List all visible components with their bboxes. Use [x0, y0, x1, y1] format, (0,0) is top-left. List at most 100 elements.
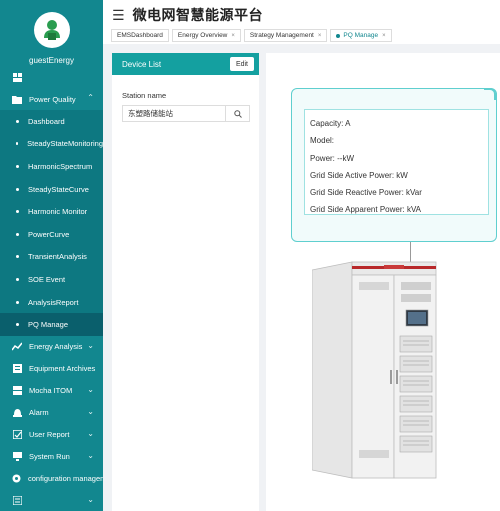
power-row: Power: --kW — [310, 153, 354, 163]
power-cabinet-image — [312, 261, 437, 479]
device-list-header: Device List Edit — [112, 53, 259, 75]
station-search-box — [122, 105, 250, 122]
app-title: 微电网智慧能源平台 — [132, 7, 264, 23]
sub-item-label: Dashboard — [28, 116, 65, 126]
bullet-icon — [16, 210, 19, 214]
bullet-icon — [16, 323, 19, 327]
top-header: ☰ 微电网智慧能源平台 — [103, 0, 500, 30]
sub-item-label: SteadyStateCurve — [28, 184, 89, 194]
sub-item-label: TransientAnalysis — [28, 252, 87, 262]
sidebar-item-label: System Run — [29, 452, 70, 462]
grid-active-power-row: Grid Side Active Power: kW — [310, 170, 408, 180]
tab-bar: EMSDashboard Energy Overview × Strategy … — [103, 27, 500, 44]
folder-icon — [12, 94, 22, 104]
sidebar-item-user-report[interactable]: User Report ⌄ — [0, 424, 103, 446]
bullet-icon — [16, 164, 19, 168]
sidebar-item-label: Energy Analysis — [29, 342, 83, 352]
close-icon[interactable]: × — [231, 33, 235, 39]
bullet-icon — [16, 255, 19, 259]
sub-item-label: SteadyStateMonitoring — [27, 139, 103, 149]
sidebar-item-steady-state-monitoring[interactable]: SteadyStateMonitoring — [0, 133, 103, 156]
station-name-label: Station name — [122, 91, 167, 100]
capacity-row: Capacity: A — [310, 119, 351, 128]
tab-strategy-management[interactable]: Strategy Management × — [243, 29, 328, 42]
search-icon[interactable] — [225, 106, 249, 121]
chevron-down-icon: ⌄ — [87, 494, 94, 504]
tab-pq-manage[interactable]: PQ Manage × — [330, 29, 392, 42]
sidebar-item-energy-analysis[interactable]: Energy Analysis ⌄ — [0, 336, 103, 358]
sidebar-item-pq-manage[interactable]: PQ Manage — [0, 313, 103, 336]
sidebar-item-label: User Report — [29, 430, 70, 440]
sub-item-label: PowerCurve — [28, 229, 70, 239]
sidebar-item-settings[interactable]: ⌄ — [0, 490, 103, 511]
sidebar-item-mocha-itom[interactable]: Mocha ITOM ⌄ — [0, 380, 103, 402]
sub-item-label: AnalysisReport — [28, 297, 79, 307]
chevron-down-icon: ⌄ — [87, 340, 94, 350]
sidebar-item-harmonic-monitor[interactable]: Harmonic Monitor — [0, 200, 103, 223]
tab-label: EMSDashboard — [117, 32, 163, 39]
tab-label: PQ Manage — [343, 32, 379, 39]
sidebar-item-configuration-management[interactable]: configuration management — [0, 468, 103, 490]
sub-item-label: Harmonic Monitor — [28, 207, 88, 217]
sidebar-item-label: Power Quality — [29, 94, 76, 104]
sidebar-item-label: Alarm — [29, 408, 49, 418]
chevron-down-icon: ⌄ — [87, 384, 94, 394]
device-detail-panel: Capacity: A Model: Power: --kW Grid Side… — [266, 53, 500, 511]
sidebar-item-transient-analysis[interactable]: TransientAnalysis — [0, 246, 103, 269]
bullet-icon — [16, 142, 19, 146]
server-icon — [12, 386, 22, 396]
device-list-panel: Device List Edit Station name — [112, 53, 259, 511]
close-icon[interactable]: × — [382, 33, 386, 39]
bullet-icon — [16, 300, 19, 304]
alarm-icon — [12, 408, 22, 418]
power-quality-submenu: Dashboard SteadyStateMonitoring Harmonic… — [0, 110, 103, 336]
close-icon[interactable]: × — [318, 33, 322, 39]
sidebar-item-steady-state-curve[interactable]: SteadyStateCurve — [0, 178, 103, 201]
card-corner-decoration — [484, 88, 496, 100]
sidebar-item-soe-event[interactable]: SOE Event — [0, 268, 103, 291]
tab-label: Strategy Management — [249, 32, 314, 39]
tab-label: Energy Overview — [177, 32, 228, 39]
bullet-icon — [16, 232, 19, 236]
user-profile: guestEnergy — [0, 0, 103, 66]
settings-icon — [12, 496, 22, 506]
sidebar: guestEnergy Power Quality ⌃ Dashboard St… — [0, 0, 103, 511]
edit-button[interactable]: Edit — [229, 57, 254, 71]
bullet-icon — [16, 119, 19, 123]
config-icon — [12, 474, 21, 484]
avatar[interactable] — [33, 12, 70, 48]
chevron-down-icon: ⌄ — [87, 450, 94, 460]
report-icon — [12, 430, 22, 440]
sidebar-item-dashboard[interactable] — [0, 66, 103, 88]
station-name-input[interactable] — [123, 106, 225, 121]
sub-item-label: PQ Manage — [28, 320, 69, 330]
tab-energy-overview[interactable]: Energy Overview × — [171, 29, 241, 42]
sub-item-label: SOE Event — [28, 274, 66, 284]
system-icon — [12, 452, 22, 462]
sidebar-item-power-quality[interactable]: Power Quality ⌃ — [0, 88, 103, 110]
dashboard-icon — [12, 72, 22, 82]
sidebar-item-power-curve[interactable]: PowerCurve — [0, 223, 103, 246]
grid-apparent-power-row: Grid Side Apparent Power: kVA — [310, 205, 422, 215]
user-avatar-icon — [43, 20, 60, 40]
sidebar-item-system-run[interactable]: System Run ⌄ — [0, 446, 103, 468]
sidebar-item-label: Mocha ITOM — [29, 386, 73, 396]
sidebar-item-alarm[interactable]: Alarm ⌄ — [0, 402, 103, 424]
sidebar-item-analysis-report[interactable]: AnalysisReport — [0, 291, 103, 314]
hamburger-menu-icon[interactable]: ☰ — [112, 8, 125, 22]
chevron-down-icon: ⌄ — [87, 428, 94, 438]
chart-icon — [12, 342, 22, 352]
archive-icon — [12, 364, 22, 374]
sidebar-item-harmonic-spectrum[interactable]: HarmonicSpectrum — [0, 155, 103, 178]
sidebar-item-label: Equipment Archives — [29, 364, 96, 374]
grid-reactive-power-row: Grid Side Reactive Power: kVar — [310, 188, 422, 198]
device-list-title: Device List — [122, 59, 162, 69]
sidebar-item-label: configuration management — [28, 474, 103, 484]
tab-ems-dashboard[interactable]: EMSDashboard — [111, 29, 169, 42]
sidebar-item-equipment-archives[interactable]: Equipment Archives — [0, 358, 103, 380]
active-dot-icon — [336, 33, 341, 38]
sidebar-item-dashboard-sub[interactable]: Dashboard — [0, 110, 103, 133]
bullet-icon — [16, 277, 19, 281]
device-info-card: Capacity: A Model: Power: --kW Grid Side… — [291, 88, 497, 242]
device-info-list: Capacity: A Model: Power: --kW Grid Side… — [304, 109, 489, 215]
